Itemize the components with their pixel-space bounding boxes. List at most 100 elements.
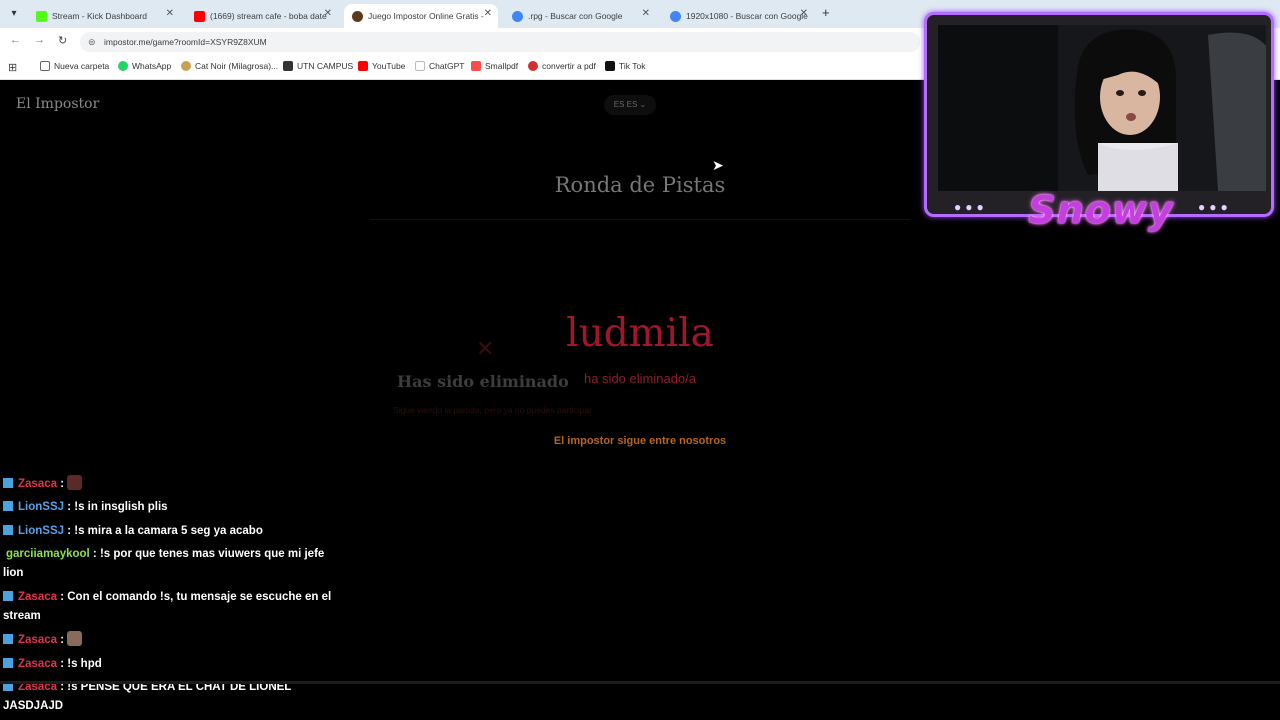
bookmark-smallpdf[interactable]: Smallpdf bbox=[471, 61, 518, 71]
tab-title: .rpg - Buscar con Google bbox=[528, 11, 623, 21]
chat-message: LionSSJ : !s in insglish plis bbox=[3, 498, 343, 517]
divider bbox=[370, 219, 910, 220]
chat-username: LionSSJ bbox=[18, 525, 65, 537]
bookmark-label: UTN CAMPUS bbox=[297, 61, 354, 71]
webcam-frame bbox=[924, 12, 1274, 217]
cat-noir-icon bbox=[181, 61, 191, 71]
bookmark-chatgpt[interactable]: ChatGPT bbox=[415, 61, 464, 71]
close-tab-icon[interactable]: ✕ bbox=[166, 8, 174, 19]
bookmark-tiktok[interactable]: Tik Tok bbox=[605, 61, 645, 71]
chat-message: garciiamaykool : !s por que tenes mas vi… bbox=[3, 548, 325, 579]
tab-google-rpg[interactable]: .rpg - Buscar con Google ✕ bbox=[504, 4, 656, 28]
eliminated-player-name: ludmila bbox=[566, 311, 714, 356]
impostor-favicon-icon bbox=[352, 10, 363, 22]
bookmark-label: WhatsApp bbox=[132, 61, 172, 71]
subscriber-badge-icon bbox=[3, 634, 13, 644]
chat-message: Zasaca : !s hpd bbox=[3, 655, 343, 674]
streamer-name: Snowy bbox=[1028, 188, 1174, 232]
streamer-video-image bbox=[1058, 25, 1266, 191]
bookmark-label: convertir a pdf bbox=[542, 61, 596, 71]
decorative-dots-icon: ●●● bbox=[954, 200, 988, 214]
decorative-dots-icon: ●●● bbox=[1198, 200, 1232, 214]
chat-message: Zasaca : bbox=[3, 631, 343, 650]
bookmark-label: Smallpdf bbox=[485, 61, 519, 71]
close-tab-icon[interactable]: ✕ bbox=[324, 8, 332, 19]
chat-username: Zasaca bbox=[18, 658, 58, 670]
emote-icon bbox=[67, 475, 83, 490]
tab-impostor-game[interactable]: Juego Impostor Online Gratis - ✕ bbox=[344, 4, 498, 28]
bookmark-label: Cat Noir (Milagrosa)... bbox=[195, 61, 279, 71]
bookmark-utn-campus[interactable]: UTN CAMPUS bbox=[283, 61, 353, 71]
tab-youtube-stream[interactable]: (1669) stream cafe - boba date ✕ bbox=[186, 4, 338, 28]
tiktok-icon bbox=[605, 61, 615, 71]
utn-icon bbox=[283, 61, 293, 71]
back-icon[interactable]: ← bbox=[10, 34, 21, 46]
whatsapp-icon bbox=[118, 61, 128, 71]
eliminated-subtitle: Sigue viendo la partida, pero ya no pued… bbox=[393, 405, 592, 415]
chat-text: !s hpd bbox=[67, 658, 102, 670]
chat-username: Zasaca bbox=[18, 478, 58, 490]
bookmark-whatsapp[interactable]: WhatsApp bbox=[118, 61, 171, 71]
subscriber-badge-icon bbox=[3, 525, 13, 535]
chat-text: !s in insglish plis bbox=[74, 501, 168, 513]
bookmark-convertir-pdf[interactable]: convertir a pdf bbox=[528, 61, 596, 71]
language-label: ES ES bbox=[613, 100, 638, 109]
language-select[interactable]: ES ES ⌄ bbox=[604, 95, 656, 115]
round-title: Ronda de Pistas bbox=[554, 173, 726, 197]
emote-icon bbox=[67, 631, 83, 646]
bookmark-label: Tik Tok bbox=[619, 61, 646, 71]
webcam-overlay: ●●● ●●● Snowy bbox=[924, 12, 1274, 244]
site-info-icon[interactable]: ⊜ bbox=[88, 32, 96, 52]
impostor-status: El impostor sigue entre nosotros bbox=[553, 435, 727, 447]
tab-title: 1920x1080 - Buscar con Google bbox=[686, 11, 808, 21]
chat-message bbox=[3, 461, 343, 465]
google-favicon-icon bbox=[670, 10, 681, 22]
tab-kick-dashboard[interactable]: Stream - Kick Dashboard ✕ bbox=[28, 4, 180, 28]
url-input[interactable]: ⊜ impostor.me/game?roomId=XSYR9Z8XUM bbox=[80, 32, 920, 52]
youtube-icon bbox=[358, 61, 368, 71]
tab-search-icon[interactable]: ▾ bbox=[6, 6, 22, 22]
subscriber-badge-icon bbox=[3, 478, 13, 488]
bookmark-label: ChatGPT bbox=[429, 61, 465, 71]
close-tab-icon[interactable]: ✕ bbox=[642, 8, 650, 19]
chat-username: LionSSJ bbox=[18, 501, 65, 513]
chat-text: !s mira a la camara 5 seg ya acabo bbox=[74, 525, 263, 537]
chat-message: Zasaca : bbox=[3, 475, 343, 494]
chevron-down-icon: ⌄ bbox=[639, 100, 647, 109]
subscriber-badge-icon bbox=[3, 501, 13, 511]
subscriber-badge-icon bbox=[3, 591, 13, 601]
tab-title: (1669) stream cafe - boba date bbox=[210, 11, 327, 21]
chat-message: Zasaca : Con el comando !s, tu mensaje s… bbox=[3, 591, 332, 622]
reload-icon[interactable]: ↻ bbox=[58, 34, 67, 47]
youtube-favicon-icon bbox=[194, 10, 205, 22]
new-tab-button[interactable]: + bbox=[822, 5, 830, 20]
apps-grid-icon[interactable]: ⊞ bbox=[8, 61, 17, 74]
bookmark-nueva-carpeta[interactable]: Nueva carpeta bbox=[40, 61, 109, 71]
bookmark-youtube[interactable]: YouTube bbox=[358, 61, 405, 71]
close-tab-icon[interactable]: ✕ bbox=[800, 8, 808, 19]
webcam-video bbox=[938, 25, 1266, 191]
chat-username: garciiamaykool bbox=[6, 548, 90, 560]
chat-username: Zasaca bbox=[18, 591, 58, 603]
chat-username: Zasaca bbox=[18, 634, 58, 646]
close-tab-icon[interactable]: ✕ bbox=[484, 8, 492, 19]
pdf-converter-icon bbox=[528, 61, 538, 71]
site-title[interactable]: El Impostor bbox=[16, 96, 99, 112]
tab-title: Juego Impostor Online Gratis - bbox=[368, 11, 484, 21]
bookmark-label: YouTube bbox=[372, 61, 406, 71]
chat-message: LionSSJ : !s mira a la camara 5 seg ya a… bbox=[3, 522, 343, 541]
chat-divider bbox=[0, 681, 1280, 684]
bookmark-label: Nueva carpeta bbox=[54, 61, 110, 71]
chatgpt-icon bbox=[415, 61, 425, 71]
subscriber-badge-icon bbox=[3, 658, 13, 668]
url-text: impostor.me/game?roomId=XSYR9Z8XUM bbox=[104, 37, 267, 47]
bookmark-cat-noir[interactable]: Cat Noir (Milagrosa)... bbox=[181, 61, 278, 71]
eliminated-message: ha sido eliminado/a bbox=[583, 371, 697, 386]
mouse-cursor-icon: ➤ bbox=[712, 157, 724, 173]
tab-google-1920[interactable]: 1920x1080 - Buscar con Google ✕ bbox=[662, 4, 814, 28]
kick-favicon-icon bbox=[36, 10, 47, 22]
forward-icon[interactable]: → bbox=[34, 34, 45, 46]
tab-title: Stream - Kick Dashboard bbox=[52, 11, 147, 21]
google-favicon-icon bbox=[512, 10, 523, 22]
folder-icon bbox=[40, 61, 50, 71]
